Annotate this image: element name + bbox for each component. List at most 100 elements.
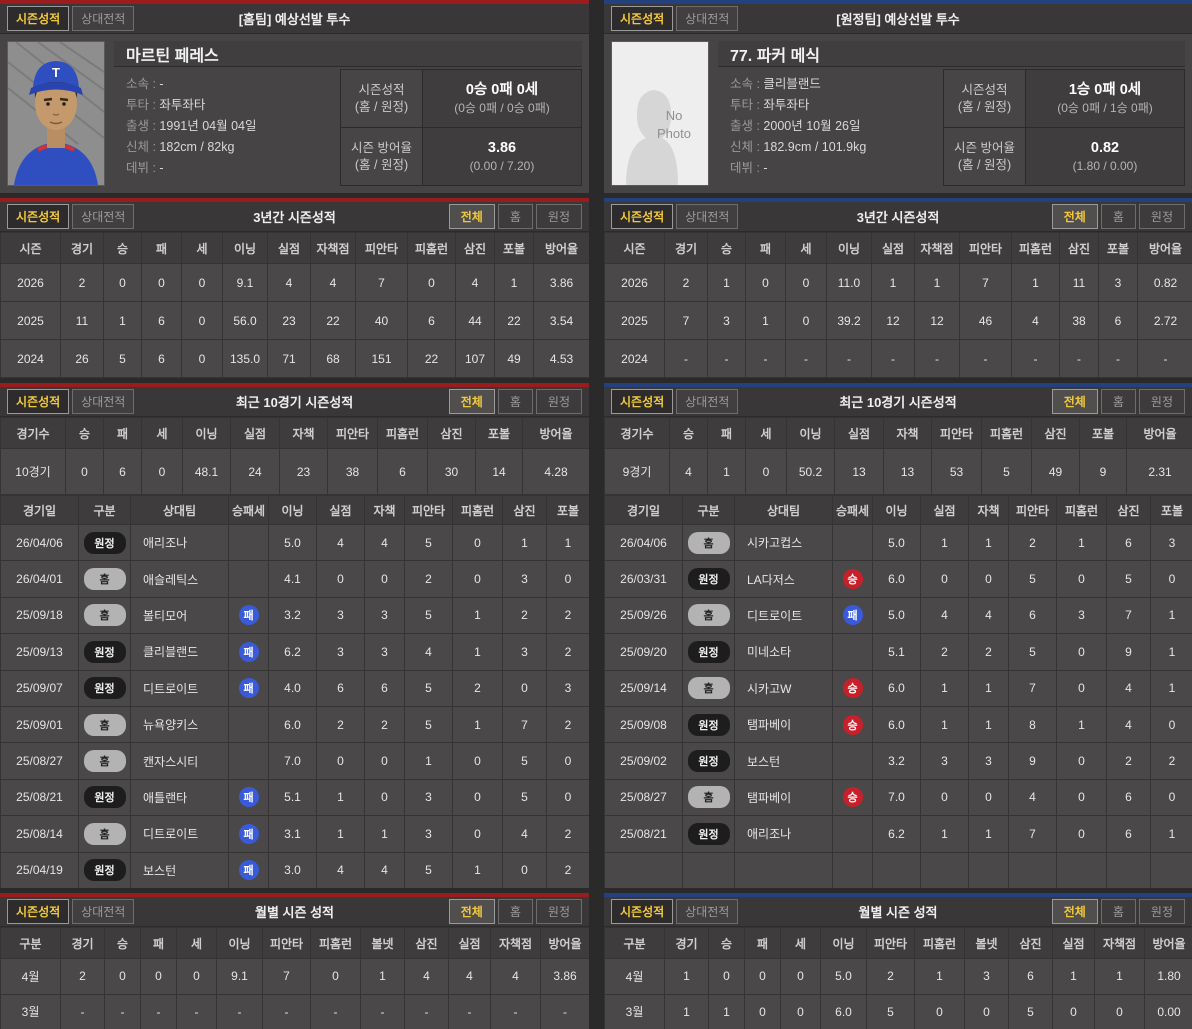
column-header: 방어율 <box>540 927 589 959</box>
recent-games-section: 시즌성적 상대전적 최근 10경기 시즌성적 전체 홈 원정 경기수 승 패 세 이닝 실점 자책 피안타… <box>0 383 589 888</box>
game-location-cell: 원정 <box>78 633 131 671</box>
tab-season-stats[interactable]: 시즌성적 <box>611 389 674 414</box>
player-info-line: 출생 : 2000년 10월 26일 <box>730 119 861 133</box>
filter-away[interactable]: 원정 <box>1138 389 1185 414</box>
stat-cell: 6 <box>1106 815 1151 853</box>
stat-cell: 3.86 <box>533 263 589 302</box>
tab-season-stats[interactable]: 시즌성적 <box>611 6 674 31</box>
filter-home[interactable]: 홈 <box>1100 899 1136 924</box>
stat-cell: 40 <box>355 301 408 340</box>
season-record-value: 0승 0패 0세 (0승 0패 / 0승 0패) <box>423 70 581 127</box>
column-header: 포볼 <box>546 495 589 525</box>
stat-cell: 0 <box>103 263 142 302</box>
tab-season-stats[interactable]: 시즌성적 <box>7 204 70 229</box>
stat-cell: 0 <box>181 263 223 302</box>
column-header: 볼넷 <box>360 927 405 959</box>
stat-cell: 7 <box>355 263 408 302</box>
table-header-row: 경기수 승 패 세 이닝 실점 자책 피안타 피홈런 삼진 포볼 방어율 <box>604 417 1192 449</box>
column-header: 세 <box>780 927 821 959</box>
column-header: 포볼 <box>475 417 523 449</box>
column-header: 피안타 <box>404 495 453 525</box>
three-year-row: 2026 2 1 0 0 11.0 1 1 7 1 11 3 0.82 <box>604 263 1192 302</box>
filter-all[interactable]: 전체 <box>448 204 495 229</box>
stat-cell: 4 <box>455 263 495 302</box>
table-header-row: 경기일 구분 상대팀 승패세 이닝 실점 자책 피안타 피홈런 삼진 포볼 <box>0 495 589 525</box>
away-badge: 원정 <box>83 531 126 554</box>
stat-cell: 4 <box>404 958 449 995</box>
player-panel: 시즌성적 상대전적 [원정팀] 예상선발 투수 No Photo 77. 파커 메식 소속 … <box>604 0 1192 193</box>
opponent-cell: 시카고W <box>734 669 833 707</box>
stat-cell <box>872 851 921 888</box>
stat-cell: 0 <box>780 958 821 995</box>
filter-away[interactable]: 원정 <box>535 899 582 924</box>
tab-head-to-head[interactable]: 상대전적 <box>72 389 135 414</box>
stat-cell: - <box>216 993 263 1029</box>
filter-home[interactable]: 홈 <box>1100 389 1136 414</box>
game-row: 25/09/20 원정 미네소타 5.1 2 2 5 0 9 1 <box>604 633 1192 671</box>
stat-cell: 3 <box>546 669 589 707</box>
stat-cell: 0 <box>914 993 965 1029</box>
filter-away[interactable]: 원정 <box>535 389 582 414</box>
filter-away[interactable]: 원정 <box>535 204 582 229</box>
filter-home[interactable]: 홈 <box>497 204 533 229</box>
filter-away[interactable]: 원정 <box>1138 204 1185 229</box>
filter-all[interactable]: 전체 <box>1051 899 1098 924</box>
filter-away[interactable]: 원정 <box>1138 899 1185 924</box>
filter-all[interactable]: 전체 <box>448 899 495 924</box>
stat-cell: 151 <box>355 339 408 378</box>
stat-cell: - <box>360 993 405 1029</box>
stat-cell: 3 <box>707 301 746 340</box>
game-location-cell: 홈 <box>78 596 131 635</box>
filter-all[interactable]: 전체 <box>1051 389 1098 414</box>
tab-season-stats[interactable]: 시즌성적 <box>7 6 70 31</box>
tab-head-to-head[interactable]: 상대전적 <box>676 389 739 414</box>
filter-home[interactable]: 홈 <box>1100 204 1136 229</box>
game-row: 25/09/18 홈 볼티모어 패 3.2 3 3 5 1 2 2 <box>0 596 589 635</box>
pitcher-comparison-page: 시즌성적 상대전적 [홈팀] 예상선발 투수 T 마르틴 페레스 소속 : - 투타 : 좌… <box>0 0 1192 1029</box>
stat-cell: 5 <box>981 448 1032 495</box>
stat-cell: 4 <box>316 851 365 888</box>
game-date-cell: 25/09/14 <box>604 669 683 707</box>
stat-cell: 7 <box>1106 596 1151 635</box>
stat-cell: 0 <box>141 448 183 495</box>
stat-cell: 5.0 <box>820 958 867 995</box>
tab-season-stats[interactable]: 시즌성적 <box>7 389 70 414</box>
stat-cell: 2 <box>364 705 405 744</box>
stat-cell: - <box>490 993 541 1029</box>
tab-head-to-head[interactable]: 상대전적 <box>72 204 135 229</box>
filter-home[interactable]: 홈 <box>497 899 533 924</box>
filter-home[interactable]: 홈 <box>497 389 533 414</box>
stat-cell: 3 <box>404 815 453 853</box>
away-badge: 원정 <box>83 786 126 809</box>
stat-cell: 5 <box>1008 993 1053 1029</box>
label-subline: (홈 / 원정) <box>957 157 1012 172</box>
stat-cell: 44 <box>455 301 495 340</box>
opponent-cell: 애슬레틱스 <box>130 560 229 598</box>
tab-head-to-head[interactable]: 상대전적 <box>72 6 135 31</box>
column-header: 피홈런 <box>1011 232 1060 264</box>
tab-head-to-head[interactable]: 상대전적 <box>676 6 739 31</box>
stat-cell: 5.0 <box>268 523 317 562</box>
tab-head-to-head[interactable]: 상대전적 <box>676 204 739 229</box>
stat-cell: 49 <box>494 339 534 378</box>
away-badge: 원정 <box>687 822 730 845</box>
column-header: 경기일 <box>604 495 683 525</box>
stat-cell: 0 <box>364 742 405 780</box>
filter-group: 전체 홈 원정 <box>1051 899 1185 924</box>
tab-head-to-head[interactable]: 상대전적 <box>72 899 135 924</box>
filter-all[interactable]: 전체 <box>1051 204 1098 229</box>
stat-cell: 6.2 <box>872 815 921 853</box>
tab-group: 시즌성적 상대전적 <box>7 6 135 31</box>
home-badge: 홈 <box>687 531 730 554</box>
stat-cell: 1 <box>494 263 534 302</box>
column-header: 포볼 <box>494 232 534 264</box>
tab-season-stats[interactable]: 시즌성적 <box>611 204 674 229</box>
filter-group: 전체 홈 원정 <box>448 204 582 229</box>
filter-all[interactable]: 전체 <box>448 389 495 414</box>
stat-cell: 6.0 <box>820 993 867 1029</box>
tab-head-to-head[interactable]: 상대전적 <box>676 899 739 924</box>
tab-season-stats[interactable]: 시즌성적 <box>611 899 674 924</box>
tab-season-stats[interactable]: 시즌성적 <box>7 899 70 924</box>
season-era-row: 시즌 방어율 (홈 / 원정) 0.82 (1.80 / 0.00) <box>944 127 1184 185</box>
stat-cell: 2 <box>546 705 589 744</box>
